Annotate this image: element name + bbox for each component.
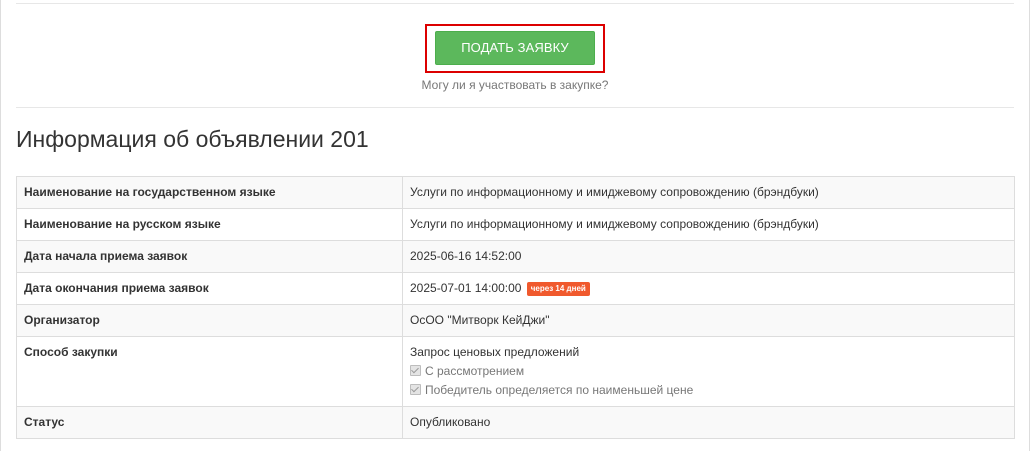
option-checkbox[interactable] <box>410 384 421 395</box>
row-value: Опубликовано <box>402 406 1015 439</box>
days-remaining-badge: через 14 дней <box>526 282 590 296</box>
table-row: Организатор ОсОО "Митворк КейДжи" <box>16 304 1015 337</box>
procurement-option: С рассмотрением <box>410 364 1007 379</box>
row-label: Статус <box>16 406 403 439</box>
row-label: Наименование на государственном языке <box>16 176 403 209</box>
table-row: Дата начала приема заявок 2025-06-16 14:… <box>16 240 1015 273</box>
table-row: Наименование на русском языке Услуги по … <box>16 208 1015 241</box>
option-checkbox[interactable] <box>410 365 421 376</box>
table-row: Способ закупки Запрос ценовых предложени… <box>16 336 1015 407</box>
row-value: Запрос ценовых предложений <box>410 345 580 359</box>
announcement-page: ПОДАТЬ ЗАЯВКУ Могу ли я участвовать в за… <box>0 0 1030 451</box>
row-label: Организатор <box>16 304 403 337</box>
row-value: ОсОО "Митворк КейДжи" <box>402 304 1015 337</box>
table-row: Дата окончания приема заявок 2025-07-01 … <box>16 272 1015 305</box>
page-title: Информация об объявлении 201 <box>16 126 369 152</box>
row-value: Услуги по информационному и имиджевому с… <box>402 176 1015 209</box>
row-label: Дата окончания приема заявок <box>16 272 403 305</box>
row-label: Способ закупки <box>16 336 403 407</box>
table-row: Наименование на государственном языке Ус… <box>16 176 1015 209</box>
announcement-info-table: Наименование на государственном языке Ус… <box>16 176 1015 439</box>
row-value-cell: Запрос ценовых предложений С рассмотрени… <box>402 336 1015 407</box>
procurement-option: Победитель определяется по наименьшей це… <box>410 383 1007 398</box>
top-divider <box>16 3 1014 4</box>
apply-section: ПОДАТЬ ЗАЯВКУ Могу ли я участвовать в за… <box>1 24 1029 93</box>
submit-application-button[interactable]: ПОДАТЬ ЗАЯВКУ <box>435 31 595 65</box>
apply-button-highlight: ПОДАТЬ ЗАЯВКУ <box>425 24 605 73</box>
row-value: 2025-06-16 14:52:00 <box>402 240 1015 273</box>
row-value: 2025-07-01 14:00:00 <box>410 281 522 295</box>
eligibility-link[interactable]: Могу ли я участвовать в закупке? <box>1 77 1029 93</box>
row-value-cell: 2025-07-01 14:00:00 через 14 дней <box>402 272 1015 305</box>
option-label: Победитель определяется по наименьшей це… <box>425 383 694 397</box>
option-label: С рассмотрением <box>425 364 525 378</box>
row-label: Наименование на русском языке <box>16 208 403 241</box>
row-value: Услуги по информационному и имиджевому с… <box>402 208 1015 241</box>
section-divider <box>16 107 1014 108</box>
row-label: Дата начала приема заявок <box>16 240 403 273</box>
table-row: Статус Опубликовано <box>16 406 1015 439</box>
